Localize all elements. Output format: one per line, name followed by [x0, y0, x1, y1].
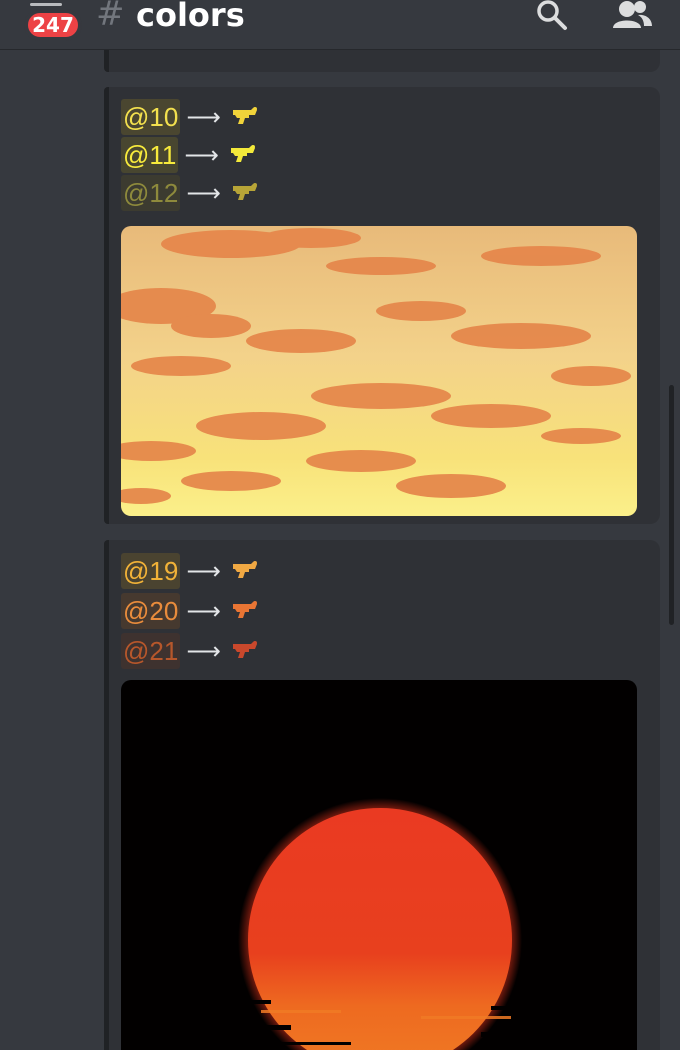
arrow-icon: ⟶: [186, 637, 221, 665]
role-line: @19 ⟶: [121, 553, 259, 589]
unread-badge[interactable]: 247: [25, 10, 81, 40]
channel-header: 247 # colors: [0, 0, 680, 50]
emoji-icon: [230, 145, 255, 162]
role-line: @21 ⟶: [121, 633, 259, 669]
role-line: @10 ⟶: [121, 99, 259, 135]
emoji-icon: [232, 183, 257, 200]
members-icon[interactable]: [608, 0, 654, 32]
arrow-icon: ⟶: [186, 597, 221, 625]
role-mention[interactable]: @19: [121, 553, 181, 589]
emoji-icon: [232, 107, 257, 124]
emoji-icon: [232, 641, 257, 658]
role-mention[interactable]: @21: [121, 633, 181, 669]
emoji-icon: [232, 601, 257, 618]
sunset-clouds-image[interactable]: [121, 226, 637, 516]
role-line: @11 ⟶: [121, 137, 257, 173]
embed-card: @10 ⟶ @11 ⟶ @12 ⟶: [104, 87, 660, 524]
channel-hash-icon: #: [96, 0, 125, 34]
role-mention[interactable]: @11: [121, 137, 179, 173]
role-line: @12 ⟶: [121, 175, 259, 211]
red-sun-image[interactable]: [121, 680, 637, 1050]
role-mention[interactable]: @10: [121, 99, 181, 135]
arrow-icon: ⟶: [184, 141, 219, 169]
emoji-icon: [232, 561, 257, 578]
channel-name[interactable]: colors: [136, 0, 245, 34]
role-line: @20 ⟶: [121, 593, 259, 629]
role-mention[interactable]: @20: [121, 593, 181, 629]
arrow-icon: ⟶: [186, 103, 221, 131]
embed-card: [104, 50, 660, 72]
scrollbar[interactable]: [669, 385, 674, 625]
arrow-icon: ⟶: [186, 557, 221, 585]
message-list[interactable]: @10 ⟶ @11 ⟶ @12 ⟶ @19 ⟶ @20 ⟶ @21 ⟶: [0, 50, 680, 1050]
search-icon[interactable]: [532, 0, 572, 34]
role-mention[interactable]: @12: [121, 175, 181, 211]
menu-icon[interactable]: [30, 3, 62, 6]
arrow-icon: ⟶: [186, 179, 221, 207]
embed-card: @19 ⟶ @20 ⟶ @21 ⟶: [104, 540, 660, 1050]
